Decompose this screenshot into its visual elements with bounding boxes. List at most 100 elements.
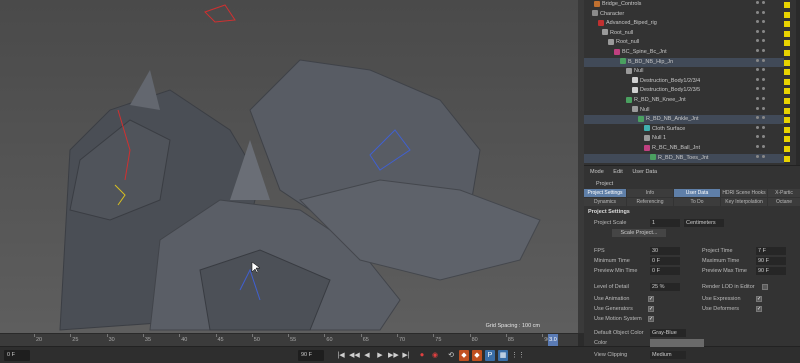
visibility-dot-icon[interactable] xyxy=(762,77,765,81)
project-scale-unit-select[interactable]: Centimeters xyxy=(684,219,724,227)
layer-tag-icon[interactable] xyxy=(784,98,790,104)
visibility-dot-icon[interactable] xyxy=(762,68,765,72)
layer-tag-icon[interactable] xyxy=(784,126,790,133)
visibility-dot-icon[interactable] xyxy=(762,29,765,33)
key-rotation-button[interactable]: ◆ xyxy=(472,350,482,361)
tab-referencing[interactable]: Referencing xyxy=(627,198,673,206)
object-row[interactable]: B_BD_NB_Hip_Jn xyxy=(584,57,790,67)
layer-tag-icon[interactable] xyxy=(784,2,790,8)
layer-tag-icon[interactable] xyxy=(784,107,790,114)
visibility-dot-icon[interactable] xyxy=(756,97,759,100)
visibility-dot-icon[interactable] xyxy=(762,135,765,139)
autokey-button[interactable]: ◉ xyxy=(430,350,440,361)
layer-tag-icon[interactable] xyxy=(784,146,790,152)
record-button[interactable]: ⏺ xyxy=(417,350,427,361)
project-time-field[interactable]: 7 F xyxy=(756,247,786,255)
view-clipping-select[interactable]: Medium xyxy=(650,351,686,359)
layer-tag-icon[interactable] xyxy=(784,88,790,95)
layer-tag-icon[interactable] xyxy=(784,21,790,28)
object-row[interactable]: Root_null xyxy=(584,38,790,47)
min-time-field[interactable]: 0 F xyxy=(650,257,680,265)
object-row[interactable]: BC_Spine_Bc_Jnt xyxy=(584,48,790,57)
visibility-dots[interactable] xyxy=(756,125,790,133)
visibility-dot-icon[interactable] xyxy=(762,39,765,43)
menu-user-data[interactable]: User Data xyxy=(632,169,657,175)
object-row[interactable]: Destruction_Body1/2/3/4 xyxy=(584,77,790,86)
prev-key-button[interactable]: ◀◀ xyxy=(349,350,360,361)
menu-mode[interactable]: Mode xyxy=(590,169,604,175)
layer-tag-icon[interactable] xyxy=(784,40,790,47)
visibility-dots[interactable] xyxy=(756,20,790,28)
menu-edit[interactable]: Edit xyxy=(613,169,622,175)
visibility-dots[interactable] xyxy=(756,1,790,8)
object-row[interactable]: R_BC_NB_Ball_Jnt xyxy=(584,144,790,153)
visibility-dot-icon[interactable] xyxy=(756,116,759,120)
layer-tag-icon[interactable] xyxy=(784,155,790,162)
frame-start-field[interactable]: 0 F xyxy=(4,350,30,361)
object-row[interactable]: Advanced_Biped_rig xyxy=(584,19,790,28)
next-frame-button[interactable]: ▶▶ xyxy=(388,350,399,361)
visibility-dot-icon[interactable] xyxy=(756,58,759,62)
visibility-dot-icon[interactable] xyxy=(756,125,759,129)
visibility-dot-icon[interactable] xyxy=(762,106,765,110)
visibility-dots[interactable] xyxy=(756,49,790,56)
default-object-color-select[interactable]: Gray-Blue xyxy=(650,329,686,337)
object-row[interactable]: Null 1 xyxy=(584,134,790,143)
visibility-dots[interactable] xyxy=(756,145,790,152)
play-button[interactable]: ▶ xyxy=(375,350,385,361)
use-animation-checkbox[interactable]: ✓ xyxy=(648,296,654,302)
object-row[interactable]: Cloth Surface xyxy=(584,125,790,134)
more-button[interactable]: ⋮⋮ xyxy=(511,350,525,361)
visibility-dot-icon[interactable] xyxy=(762,97,765,100)
3d-viewport[interactable]: Grid Spacing : 100 cm xyxy=(0,0,578,333)
visibility-dot-icon[interactable] xyxy=(762,154,765,158)
tab-octane[interactable]: Octane xyxy=(768,198,800,206)
visibility-dot-icon[interactable] xyxy=(756,20,759,24)
visibility-dot-icon[interactable] xyxy=(756,68,759,72)
use-motion-system-checkbox[interactable]: ✓ xyxy=(648,316,654,322)
visibility-dots[interactable] xyxy=(756,77,790,85)
visibility-dots[interactable] xyxy=(756,68,790,76)
object-row[interactable]: Bridge_Controls xyxy=(584,0,790,9)
go-end-button[interactable]: ▶| xyxy=(401,350,411,361)
preview-max-time-field[interactable]: 90 F xyxy=(756,267,786,275)
object-row[interactable]: R_BD_NB_Knee_Jnt xyxy=(584,96,790,105)
layer-tag-icon[interactable] xyxy=(784,11,790,18)
layer-tag-icon[interactable] xyxy=(784,69,790,76)
timeline-ruler[interactable]: 2025303540455055606570758085903.0 xyxy=(0,333,578,347)
use-expression-checkbox[interactable]: ✓ xyxy=(756,296,762,302)
visibility-dot-icon[interactable] xyxy=(762,49,765,52)
visibility-dot-icon[interactable] xyxy=(756,135,759,139)
frame-end-field[interactable]: 90 F xyxy=(298,350,324,361)
visibility-dots[interactable] xyxy=(756,29,790,37)
visibility-dot-icon[interactable] xyxy=(762,10,765,14)
fps-field[interactable]: 30 xyxy=(650,247,680,255)
tab-key-interpolation[interactable]: Key Interpolation xyxy=(721,198,767,206)
use-deformers-checkbox[interactable]: ✓ xyxy=(756,306,762,312)
visibility-dot-icon[interactable] xyxy=(756,39,759,43)
object-row[interactable]: Character xyxy=(584,10,790,19)
visibility-dot-icon[interactable] xyxy=(756,106,759,110)
tab-dynamics[interactable]: Dynamics xyxy=(584,198,626,206)
preview-min-time-field[interactable]: 0 F xyxy=(650,267,680,275)
prev-frame-button[interactable]: ◀ xyxy=(362,350,372,361)
visibility-dots[interactable] xyxy=(756,58,790,66)
visibility-dots[interactable] xyxy=(756,116,790,124)
visibility-dot-icon[interactable] xyxy=(756,87,759,91)
color-swatch[interactable] xyxy=(650,339,704,347)
key-position-button[interactable]: ◆ xyxy=(459,350,469,361)
visibility-dots[interactable] xyxy=(756,39,790,47)
layer-tag-icon[interactable] xyxy=(784,117,790,124)
visibility-dots[interactable] xyxy=(756,87,790,95)
visibility-dot-icon[interactable] xyxy=(756,145,759,148)
object-row[interactable]: R_BD_NB_Toes_Jnt xyxy=(584,153,790,163)
object-manager-scrollbar[interactable] xyxy=(796,0,800,165)
object-row[interactable]: Null xyxy=(584,106,790,115)
object-row[interactable]: R_BD_NB_Ankle_Jnt xyxy=(584,115,790,125)
visibility-dots[interactable] xyxy=(756,135,790,143)
layer-tag-icon[interactable] xyxy=(784,78,790,85)
visibility-dot-icon[interactable] xyxy=(762,1,765,4)
scale-project-button[interactable]: Scale Project... xyxy=(612,229,666,237)
loop-button[interactable]: ⟲ xyxy=(446,350,456,361)
visibility-dot-icon[interactable] xyxy=(762,145,765,148)
